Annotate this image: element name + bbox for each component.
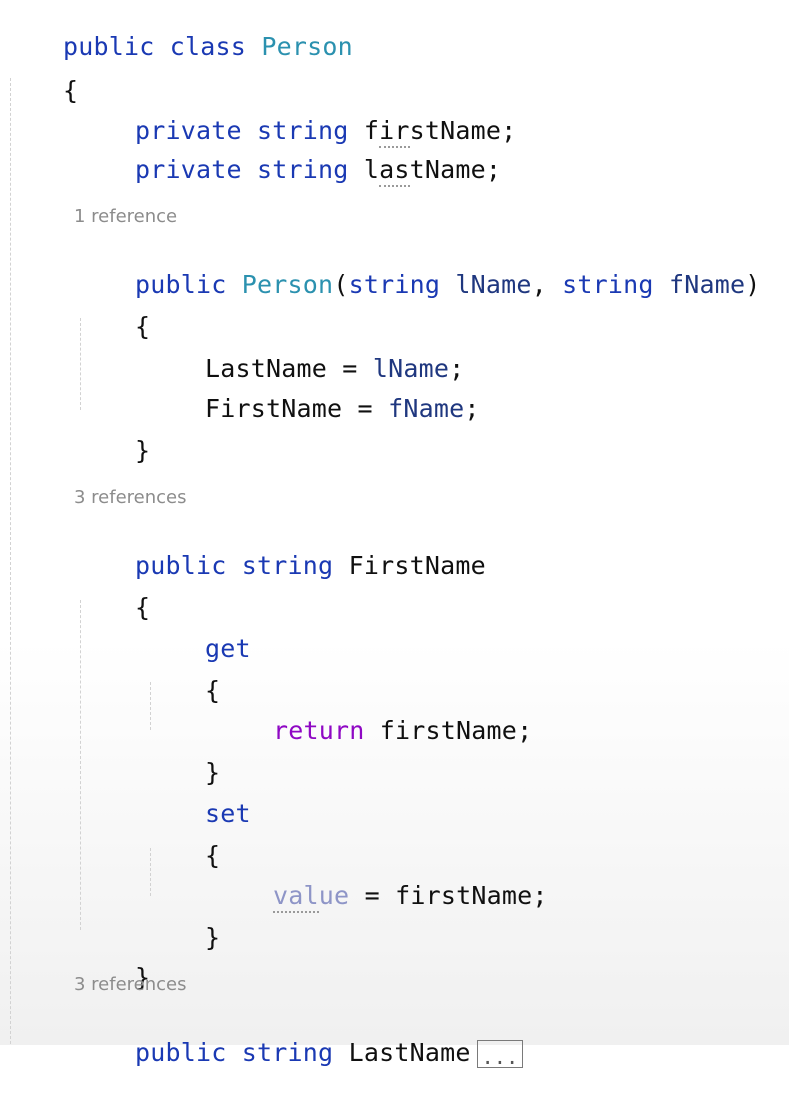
keyword-value: value xyxy=(273,881,350,910)
keyword-class: class xyxy=(169,32,247,61)
keyword-string: string xyxy=(562,270,654,299)
code-line-set-close-brace[interactable]: } xyxy=(144,887,220,952)
keyword-private: private xyxy=(135,155,242,184)
code-line-get-open-brace[interactable]: { xyxy=(144,640,220,705)
codelens-references[interactable]: 3 references xyxy=(74,487,187,509)
code-line-class-declaration[interactable]: public class Person xyxy=(2,0,353,61)
keyword-string: string xyxy=(241,551,334,580)
code-line-return[interactable]: return firstName; xyxy=(212,680,532,745)
code-line-get[interactable]: get xyxy=(144,598,251,663)
code-line-prop-close-brace[interactable]: } xyxy=(74,927,150,992)
param-ref: fName xyxy=(388,394,465,423)
field-ref: firstName xyxy=(379,716,518,745)
code-line-class-open-brace[interactable]: { xyxy=(2,40,78,105)
code-line-prop-open-brace[interactable]: { xyxy=(74,557,150,622)
class-name: Person xyxy=(261,32,353,61)
keyword-return: return xyxy=(273,716,365,745)
keyword-string: string xyxy=(241,1038,334,1067)
keyword-string: string xyxy=(257,155,349,184)
code-line-assign-lastname[interactable]: LastName = lName; xyxy=(144,318,464,383)
code-line-property-firstname[interactable]: public string FirstName xyxy=(74,515,486,580)
code-line-ctor-close-brace[interactable]: } xyxy=(74,400,150,465)
brace: } xyxy=(135,436,151,465)
code-line-constructor[interactable]: public Person(string lName, string fName… xyxy=(74,234,760,299)
code-line-set-open-brace[interactable]: { xyxy=(144,805,220,870)
code-line-assign-firstname[interactable]: FirstName = fName; xyxy=(144,358,480,423)
code-line-field-lastname[interactable]: private string lastName; xyxy=(74,119,501,184)
param-lname: lName xyxy=(455,270,532,299)
code-line-value-assign[interactable]: value = firstName; xyxy=(212,845,548,910)
param-fname: fName xyxy=(668,270,746,299)
brace: } xyxy=(205,923,221,952)
keyword-public: public xyxy=(135,1038,227,1067)
indent-guide-class xyxy=(10,78,11,1044)
codelens-references[interactable]: 3 references xyxy=(74,974,187,996)
code-line-property-lastname[interactable]: public string LastName... xyxy=(74,1002,524,1069)
keyword-string: string xyxy=(348,270,441,299)
code-line-get-close-brace[interactable]: } xyxy=(144,722,220,787)
property-name: FirstName xyxy=(348,551,486,580)
code-line-set[interactable]: set xyxy=(144,763,251,828)
property-ref: FirstName xyxy=(205,394,343,423)
field-name: lastName xyxy=(363,155,486,184)
property-name: LastName xyxy=(348,1038,471,1067)
constructor-name: Person xyxy=(241,270,334,299)
codelens-references[interactable]: 1 reference xyxy=(74,206,177,228)
field-ref: firstName xyxy=(395,881,533,910)
code-line-field-firstname[interactable]: private string firstName; xyxy=(74,80,516,145)
code-line-ctor-open-brace[interactable]: { xyxy=(74,276,150,341)
code-editor[interactable]: public class Person { private string fir… xyxy=(0,0,789,1069)
collapsed-region-button[interactable]: ... xyxy=(476,1040,524,1069)
